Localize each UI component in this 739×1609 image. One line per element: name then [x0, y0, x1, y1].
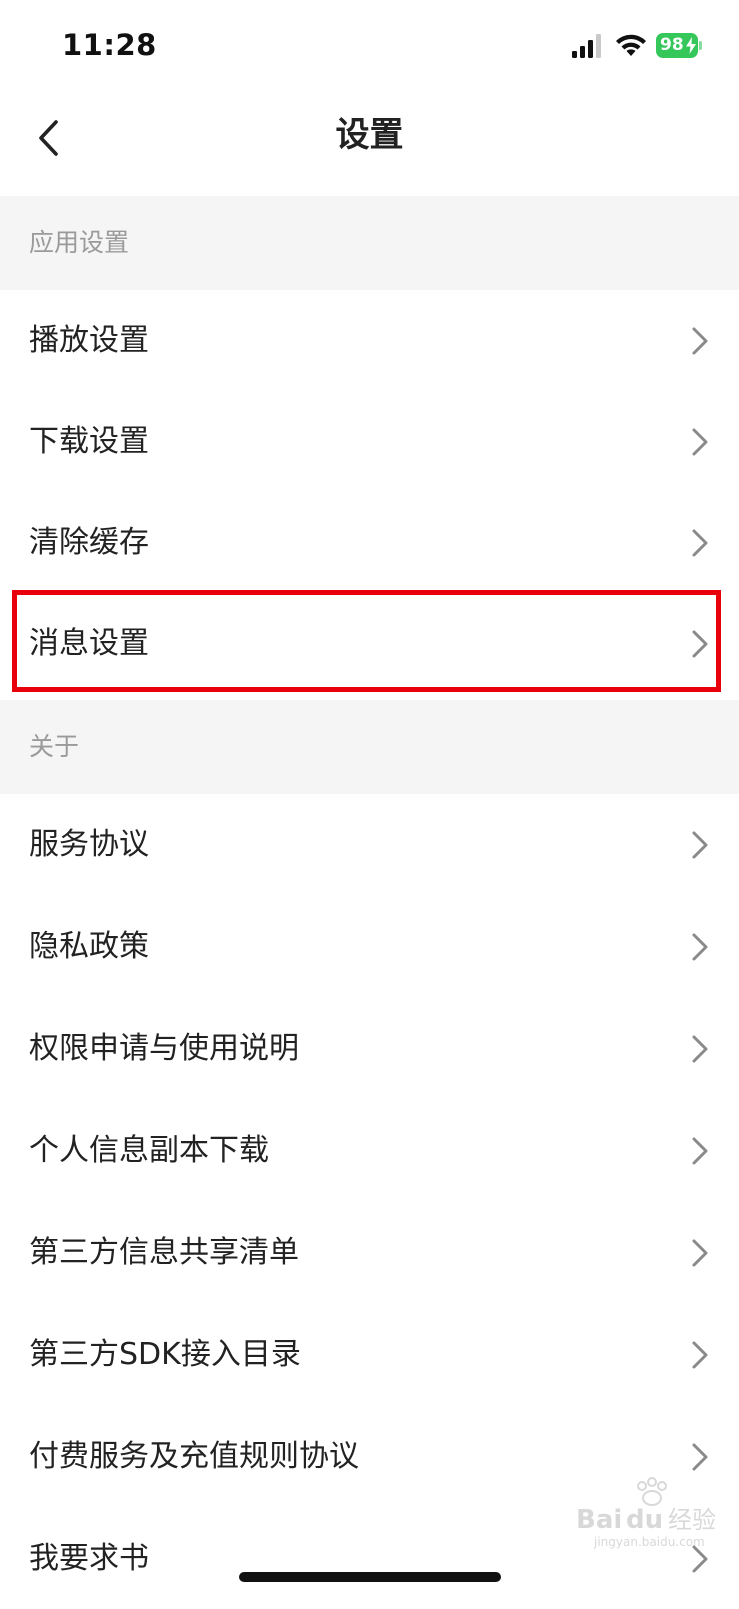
svg-text:经验: 经验 — [668, 1506, 716, 1534]
chevron-right-icon — [692, 428, 708, 456]
chevron-right-icon — [692, 630, 708, 658]
chevron-right-icon — [692, 831, 708, 859]
row-message-settings[interactable]: 消息设置 — [0, 593, 739, 694]
nav-bar: 设置 — [0, 90, 739, 194]
battery-indicator: 98 — [656, 33, 702, 58]
home-indicator[interactable] — [239, 1572, 501, 1582]
row-label: 播放设置 — [29, 323, 149, 358]
row-label: 我要求书 — [29, 1541, 149, 1576]
battery-cap — [699, 41, 702, 50]
row-label: 隐私政策 — [29, 929, 149, 964]
chevron-right-icon — [692, 1239, 708, 1267]
charging-bolt-icon — [686, 37, 696, 54]
page-title: 设置 — [335, 115, 404, 155]
row-label: 付费服务及充值规则协议 — [29, 1439, 359, 1474]
cellular-signal-icon — [572, 34, 601, 58]
row-playback-settings[interactable]: 播放设置 — [0, 290, 739, 391]
section-header-about: 关于 — [0, 700, 739, 794]
row-permissions[interactable]: 权限申请与使用说明 — [0, 998, 739, 1099]
row-personal-info-download[interactable]: 个人信息副本下载 — [0, 1100, 739, 1201]
chevron-right-icon — [692, 327, 708, 355]
row-third-party-sdk[interactable]: 第三方SDK接入目录 — [0, 1304, 739, 1405]
row-label: 消息设置 — [29, 626, 149, 661]
baidu-watermark-logo: Bai du 经验 jingyan.baidu.com — [576, 1477, 716, 1549]
svg-text:jingyan.baidu.com: jingyan.baidu.com — [593, 1535, 705, 1549]
status-time: 11:28 — [62, 28, 157, 62]
row-label: 个人信息副本下载 — [29, 1133, 269, 1168]
chevron-right-icon — [692, 1341, 708, 1369]
row-label: 权限申请与使用说明 — [29, 1031, 299, 1066]
svg-text:du: du — [626, 1505, 663, 1535]
row-label: 第三方SDK接入目录 — [29, 1337, 301, 1372]
row-label: 清除缓存 — [29, 525, 149, 560]
row-label: 下载设置 — [29, 424, 149, 459]
status-bar: 11:28 98 — [0, 0, 739, 90]
row-third-party-sharing[interactable]: 第三方信息共享清单 — [0, 1202, 739, 1303]
row-service-agreement[interactable]: 服务协议 — [0, 794, 739, 895]
chevron-right-icon — [692, 1035, 708, 1063]
section-header-label: 应用设置 — [29, 228, 130, 257]
chevron-right-icon — [692, 529, 708, 557]
svg-text:Bai: Bai — [576, 1505, 622, 1535]
section-header-label: 关于 — [29, 732, 80, 761]
row-label: 第三方信息共享清单 — [29, 1235, 299, 1270]
row-clear-cache[interactable]: 清除缓存 — [0, 492, 739, 593]
chevron-right-icon — [692, 1443, 708, 1471]
section-header-app-settings: 应用设置 — [0, 196, 739, 290]
chevron-right-icon — [692, 933, 708, 961]
row-download-settings[interactable]: 下载设置 — [0, 391, 739, 492]
chevron-right-icon — [692, 1137, 708, 1165]
wifi-icon — [616, 34, 646, 56]
row-privacy-policy[interactable]: 隐私政策 — [0, 896, 739, 997]
row-label: 服务协议 — [29, 827, 149, 862]
